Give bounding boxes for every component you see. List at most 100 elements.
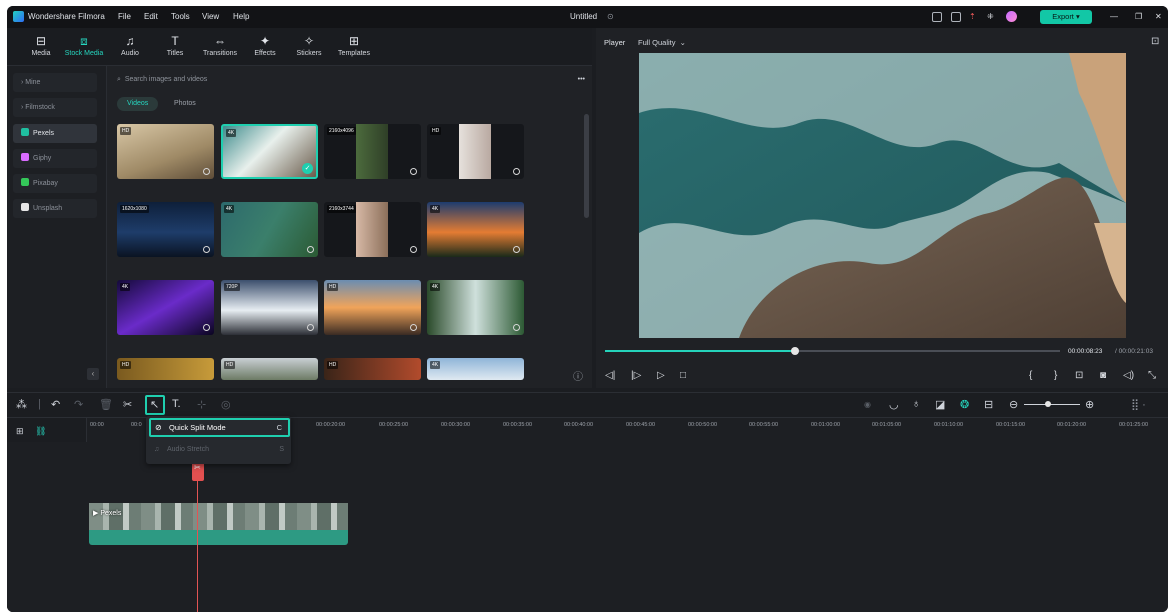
delete-icon[interactable]: 🗑 [99, 398, 113, 411]
sidebar-item-giphy[interactable]: Giphy [13, 149, 97, 168]
tool-audio[interactable]: ♫ Audio [109, 34, 151, 57]
export-button[interactable]: Export ▾ [1040, 10, 1092, 24]
add-track-icon[interactable]: ⊞ [16, 426, 24, 437]
download-icon[interactable] [307, 246, 314, 253]
thumbnail-0[interactable]: HD [117, 124, 214, 179]
menu-help[interactable]: Help [233, 12, 249, 21]
filter-photos[interactable]: Photos [164, 97, 206, 111]
more-options-icon[interactable]: ••• [578, 72, 585, 88]
thumbnail-11[interactable]: 4K [427, 280, 524, 335]
restore-icon[interactable]: ❐ [1135, 12, 1142, 21]
tool-stickers[interactable]: ✧ Stickers [288, 34, 330, 57]
download-icon[interactable] [203, 324, 210, 331]
tool-media[interactable]: ⊟ Media [20, 34, 62, 57]
auto-ripple-icon[interactable]: ❂ [960, 398, 969, 411]
save-icon[interactable] [951, 12, 961, 22]
download-icon[interactable] [513, 168, 520, 175]
menu-edit[interactable]: Edit [144, 12, 158, 21]
marker-icon[interactable]: ◪ [935, 398, 945, 411]
sidebar-item-filmstock[interactable]: › Filmstock [13, 98, 97, 117]
thumbnail-6[interactable]: 2160x3744 [324, 202, 421, 257]
snapshot-icon[interactable]: ⊡ [1151, 36, 1159, 47]
menu-file[interactable]: File [118, 12, 131, 21]
mark-in-icon[interactable]: { [1029, 370, 1032, 381]
thumbnail-5[interactable]: 4K [221, 202, 318, 257]
timeline-grid-icon[interactable]: ⣿ · [1131, 398, 1146, 411]
thumbnail-13[interactable]: HD [221, 358, 318, 380]
info-icon[interactable]: ⓘ [573, 368, 583, 383]
camera-icon[interactable]: ◙ [1100, 370, 1106, 381]
display-icon[interactable]: ⊡ [1075, 370, 1083, 381]
undo-icon[interactable]: ↶ [51, 398, 60, 411]
thumbnail-3[interactable]: HD [427, 124, 524, 179]
tool-stock-media[interactable]: ⧈ Stock Media [63, 34, 105, 57]
subtitle-icon[interactable]: ⊟ [984, 398, 993, 411]
tool-transitions[interactable]: ⇔ Transitions [199, 34, 241, 57]
minimize-icon[interactable]: — [1110, 12, 1118, 21]
sidebar-item-pexels[interactable]: Pexels [13, 124, 97, 143]
play-backward-icon[interactable]: |▷ [631, 370, 641, 381]
thumbnail-8[interactable]: 4K [117, 280, 214, 335]
collapse-sidebar-button[interactable]: ‹ [87, 368, 99, 380]
stop-icon[interactable]: □ [680, 370, 686, 381]
thumbnail-15[interactable]: 4K [427, 358, 524, 380]
avatar[interactable] [1006, 11, 1017, 22]
prev-frame-icon[interactable]: ◁| [605, 370, 615, 381]
scrubber-handle[interactable] [791, 347, 799, 355]
zoom-slider-handle[interactable] [1045, 401, 1051, 407]
search-input[interactable]: Search images and videos [125, 76, 208, 83]
download-icon[interactable] [203, 168, 210, 175]
grid-icon[interactable]: ⁜ [987, 12, 994, 21]
thumbnail-10[interactable]: HD [324, 280, 421, 335]
download-icon[interactable] [203, 246, 210, 253]
thumbnail-4[interactable]: 1620x1080 [117, 202, 214, 257]
tool-titles[interactable]: T Titles [154, 34, 196, 57]
layout-icon[interactable]: ⁂ [16, 398, 27, 411]
menu-tools[interactable]: Tools [171, 12, 190, 21]
tool-effects[interactable]: ✦ Effects [244, 34, 286, 57]
download-icon[interactable] [513, 246, 520, 253]
download-icon[interactable] [307, 324, 314, 331]
text-icon[interactable]: T. [172, 398, 181, 410]
download-icon[interactable] [410, 246, 417, 253]
download-icon[interactable] [513, 324, 520, 331]
split-mode-button[interactable]: ↖ [145, 395, 165, 415]
audio-stretch-item[interactable]: ♫ Audio Stretch S [152, 442, 288, 458]
thumbnail-14[interactable]: HD [324, 358, 421, 380]
color-icon[interactable]: ◎ [221, 398, 231, 411]
zoom-in-icon[interactable]: ⊕ [1085, 398, 1094, 411]
thumbnail-1[interactable]: 4K ✓ [221, 124, 318, 179]
thumbnail-7[interactable]: 4K [427, 202, 524, 257]
volume-icon[interactable]: ◁) [1123, 370, 1134, 381]
thumbnail-12[interactable]: HD [117, 358, 214, 380]
shield-icon[interactable]: ◡ [889, 398, 899, 411]
close-icon[interactable]: ✕ [1155, 12, 1162, 21]
sidebar-item-pixabay[interactable]: Pixabay [13, 174, 97, 193]
redo-icon[interactable]: ↷ [74, 398, 83, 411]
zoom-slider[interactable] [1024, 404, 1080, 405]
media-scrollbar[interactable] [584, 114, 589, 218]
fullscreen-icon[interactable]: ⤡ [1148, 370, 1156, 381]
download-icon[interactable] [410, 168, 417, 175]
search-bar[interactable]: ⌕ Search images and videos ••• [117, 72, 585, 88]
tool-templates[interactable]: ⊞ Templates [333, 34, 375, 57]
record-icon[interactable]: ◉ [864, 400, 871, 409]
filter-videos[interactable]: Videos [117, 97, 159, 111]
monitor-icon[interactable] [932, 12, 942, 22]
play-icon[interactable]: ▷ [657, 370, 665, 381]
download-icon[interactable] [410, 324, 417, 331]
link-icon[interactable]: ⛓ [35, 426, 46, 437]
thumbnail-2[interactable]: 2160x4096 [324, 124, 421, 179]
cloud-upload-icon[interactable]: ⇡ [969, 12, 976, 21]
crop-icon[interactable]: ⊹ [197, 398, 206, 411]
quality-dropdown[interactable]: Full Quality ⌄ [638, 38, 686, 47]
menu-view[interactable]: View [202, 12, 219, 21]
cut-icon[interactable]: ✂ [123, 398, 132, 411]
mark-out-icon[interactable]: } [1054, 370, 1057, 381]
thumbnail-9[interactable]: 720P [221, 280, 318, 335]
zoom-out-icon[interactable]: ⊖ [1009, 398, 1018, 411]
mic-icon[interactable]: ♁ [912, 398, 920, 410]
sidebar-item-mine[interactable]: › Mine [13, 73, 97, 92]
sidebar-item-unsplash[interactable]: Unsplash [13, 199, 97, 218]
quick-split-mode-item[interactable]: ⊘ Quick Split Mode C [149, 418, 290, 437]
